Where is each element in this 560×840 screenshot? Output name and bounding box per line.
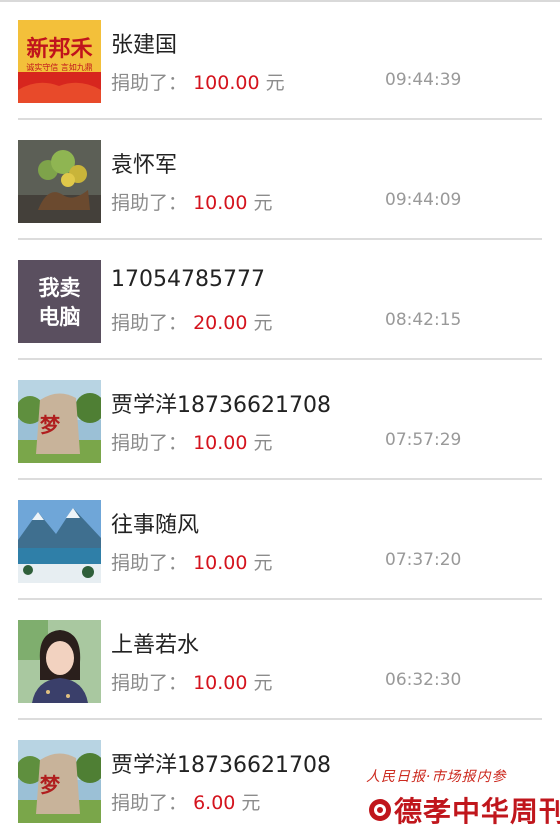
donation-label: 捐助了： [111, 432, 188, 454]
donation-amount: 20.00 [193, 312, 248, 334]
donation-line: 捐助了： 100.00 元 [111, 68, 285, 95]
donor-name: 张建国 [111, 33, 178, 58]
donor-name: 贾学洋18736621708 [111, 753, 331, 778]
donation-item[interactable]: 新邦禾 诚实守信 言如九鼎 张建国 捐助了： 100.00 元 09:44:39 [0, 0, 560, 120]
donation-line: 捐助了： 6.00 元 [111, 788, 260, 815]
avatar-line-1: 我卖 [39, 276, 81, 300]
dream-stone-photo-icon: 梦 [18, 380, 101, 463]
donation-label: 捐助了： [111, 552, 188, 574]
stone-text: 梦 [40, 773, 61, 797]
donation-label: 捐助了： [111, 792, 188, 814]
stone-text: 梦 [40, 413, 61, 437]
donation-time: 08:42:15 [385, 310, 462, 330]
currency-unit: 元 [265, 72, 285, 94]
donation-time: 09:44:09 [385, 190, 462, 210]
donor-name: 贾学洋18736621708 [111, 393, 331, 418]
donation-amount: 10.00 [193, 552, 248, 574]
donation-line: 捐助了： 10.00 元 [111, 428, 273, 455]
dream-stone-photo-icon: 梦 [18, 740, 101, 823]
donation-amount: 10.00 [193, 672, 248, 694]
avatar[interactable] [18, 620, 101, 703]
bonsai-photo-icon [18, 140, 101, 223]
donation-label: 捐助了： [111, 192, 188, 214]
avatar[interactable]: 新邦禾 诚实守信 言如九鼎 [18, 20, 101, 103]
watermark-main-text: 德孝中华周刊 [394, 795, 560, 828]
xinbanghe-logo-icon: 新邦禾 诚实守信 言如九鼎 [18, 20, 101, 103]
donation-item[interactable]: 往事随风 捐助了： 10.00 元 07:37:20 [0, 480, 560, 600]
logo-main-text: 新邦禾 [26, 36, 92, 62]
currency-unit: 元 [253, 312, 273, 334]
donation-amount: 6.00 [193, 792, 236, 814]
currency-unit: 元 [253, 432, 273, 454]
donation-time: 09:44:39 [385, 70, 462, 90]
donation-label: 捐助了： [111, 312, 188, 334]
donation-amount: 100.00 [193, 72, 260, 94]
avatar[interactable]: 我卖 电脑 [18, 260, 101, 343]
donation-line: 捐助了： 10.00 元 [111, 188, 273, 215]
donation-amount: 10.00 [193, 192, 248, 214]
donation-item[interactable]: 上善若水 捐助了： 10.00 元 06:32:30 [0, 600, 560, 720]
currency-unit: 元 [253, 552, 273, 574]
logo-sub-text: 诚实守信 言如九鼎 [26, 62, 93, 72]
donation-line: 捐助了： 10.00 元 [111, 668, 273, 695]
donor-name: 袁怀军 [111, 153, 178, 178]
donation-item[interactable]: 梦 贾学洋18736621708 捐助了： 10.00 元 07:57:29 [0, 360, 560, 480]
avatar[interactable]: 梦 [18, 740, 101, 823]
donation-time: 07:57:29 [385, 430, 462, 450]
donation-line: 捐助了： 20.00 元 [111, 308, 273, 335]
donor-name: 上善若水 [111, 633, 200, 658]
watermark: 人民日报·市场报内参 德孝中华周刊 [366, 766, 560, 832]
donation-time: 07:37:20 [385, 550, 462, 570]
currency-unit: 元 [241, 792, 261, 814]
avatar[interactable] [18, 500, 101, 583]
donation-item[interactable]: 袁怀军 捐助了： 10.00 元 09:44:09 [0, 120, 560, 240]
donation-label: 捐助了： [111, 72, 188, 94]
avatar-line-2: 电脑 [39, 305, 81, 329]
avatar[interactable] [18, 140, 101, 223]
donation-line: 捐助了： 10.00 元 [111, 548, 273, 575]
donation-amount: 10.00 [193, 432, 248, 454]
donation-time: 06:32:30 [385, 670, 462, 690]
text-avatar-icon: 我卖 电脑 [18, 260, 101, 343]
currency-unit: 元 [253, 192, 273, 214]
avatar[interactable]: 梦 [18, 380, 101, 463]
donor-name: 17054785777 [111, 267, 265, 292]
donation-label: 捐助了： [111, 672, 188, 694]
watermark-top-text: 人民日报·市场报内参 [366, 769, 507, 785]
lake-landscape-photo-icon [18, 500, 101, 583]
woman-portrait-photo-icon [18, 620, 101, 703]
currency-unit: 元 [253, 672, 273, 694]
watermark-logo-icon [369, 799, 391, 821]
donation-item[interactable]: 我卖 电脑 17054785777 捐助了： 20.00 元 08:42:15 [0, 240, 560, 360]
donor-name: 往事随风 [111, 513, 200, 538]
